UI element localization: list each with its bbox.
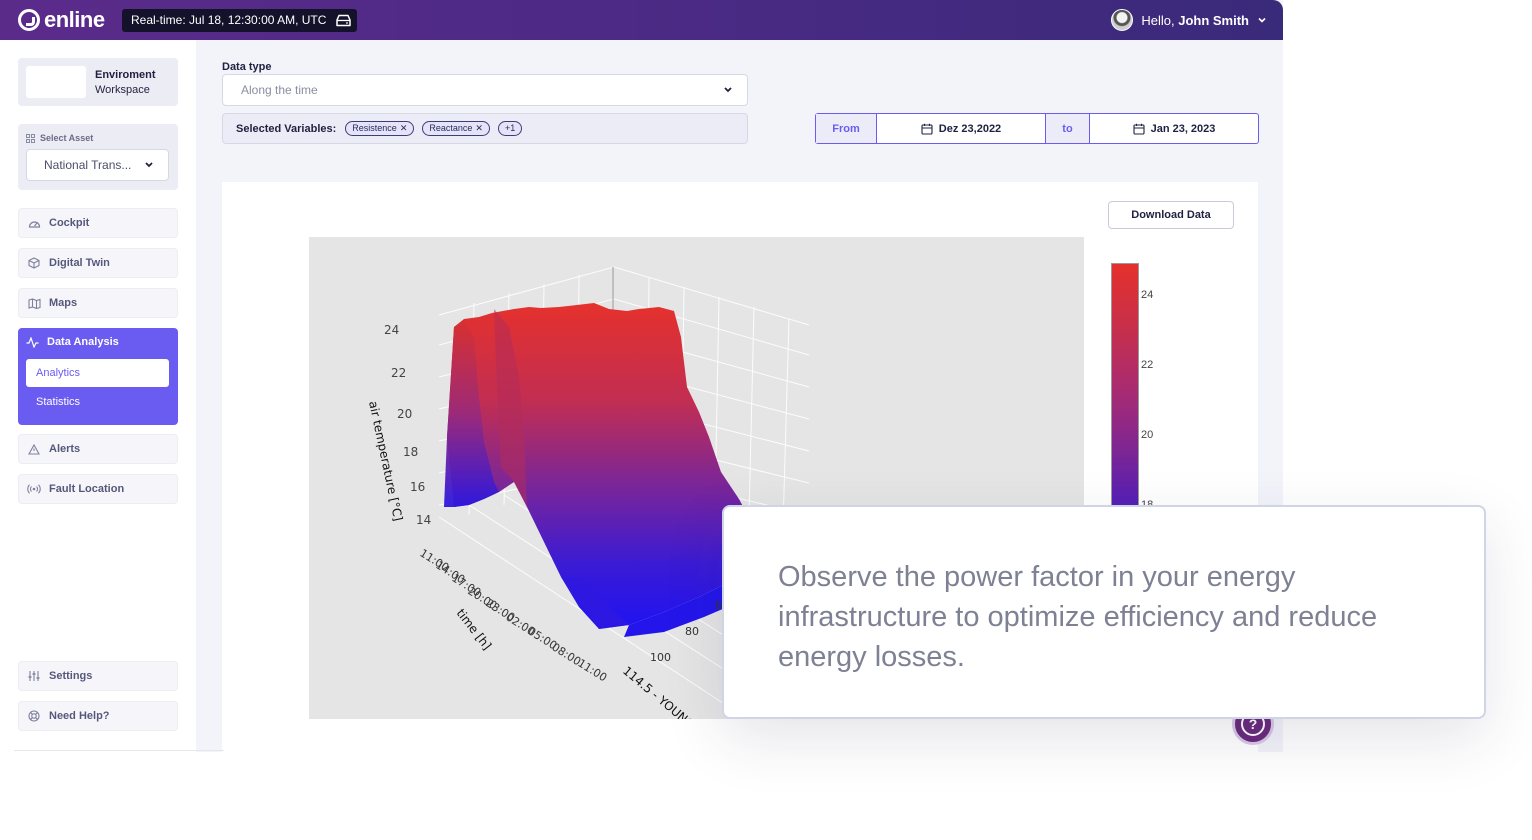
chevron-down-icon bbox=[723, 75, 733, 105]
realtime-clock: Real-time: Jul 18, 12:30:00 AM, UTC bbox=[122, 9, 336, 32]
sidebar-item-label: Digital Twin bbox=[49, 257, 110, 269]
download-data-button[interactable]: Download Data bbox=[1108, 201, 1234, 229]
asset-select-value: National Trans... bbox=[44, 158, 132, 172]
avatar bbox=[1111, 9, 1134, 31]
calendar-icon bbox=[921, 123, 933, 135]
variable-chip[interactable]: Reactance ✕ bbox=[422, 121, 490, 136]
sidebar-item-cockpit[interactable]: Cockpit bbox=[18, 208, 178, 238]
asset-select[interactable]: National Trans... bbox=[26, 149, 169, 181]
broadcast-icon bbox=[27, 482, 41, 496]
sidebar-item-label: Settings bbox=[49, 670, 93, 682]
sidebar-subitem-analytics[interactable]: Analytics bbox=[26, 359, 169, 387]
workspace-card[interactable]: Enviroment Workspace bbox=[18, 58, 178, 106]
to-date-input[interactable]: Jan 23, 2023 bbox=[1090, 114, 1258, 143]
z-tick-label: 14 bbox=[416, 513, 431, 527]
colorbar-tick-label: 24 bbox=[1141, 289, 1154, 301]
from-date-input[interactable]: Dez 23,2022 bbox=[877, 114, 1045, 143]
chip-label: Resistence bbox=[352, 123, 397, 133]
user-menu[interactable]: Hello, John Smith bbox=[1111, 9, 1267, 31]
to-date-value: Jan 23, 2023 bbox=[1150, 122, 1216, 135]
colorbar-tick-label: 22 bbox=[1141, 359, 1154, 371]
from-date-value: Dez 23,2022 bbox=[938, 122, 1002, 135]
info-popover: Observe the power factor in your energy … bbox=[722, 505, 1486, 719]
z-tick-label: 24 bbox=[384, 323, 399, 337]
sidebar-item-settings[interactable]: Settings bbox=[18, 661, 178, 691]
workspace-logo bbox=[26, 66, 86, 98]
workspace-subtitle: Workspace bbox=[95, 84, 150, 96]
data-type-value: Along the time bbox=[241, 83, 318, 97]
enline-logo[interactable]: enline bbox=[18, 7, 105, 32]
x-tick-label: 100 bbox=[650, 651, 671, 664]
z-tick-label: 16 bbox=[410, 480, 425, 494]
sliders-icon bbox=[27, 669, 41, 683]
activity-icon bbox=[26, 336, 39, 348]
y-tick-label: 11:00 bbox=[575, 657, 609, 685]
greeting: Hello, John Smith bbox=[1141, 12, 1249, 28]
sidebar-item-label: Fault Location bbox=[49, 483, 125, 495]
z-tick-label: 22 bbox=[391, 366, 406, 380]
chip-label: Reactance bbox=[429, 123, 473, 133]
chevron-down-icon bbox=[1258, 17, 1266, 23]
cube-icon bbox=[27, 256, 41, 270]
sidebar-item-fault-location[interactable]: Fault Location bbox=[18, 474, 178, 504]
top-bar: enline Real-time: Jul 18, 12:30:00 AM, U… bbox=[0, 0, 1283, 40]
x-tick-label: 6 bbox=[715, 599, 722, 612]
sidebar-item-need-help[interactable]: Need Help? bbox=[18, 701, 178, 731]
close-icon[interactable]: ✕ bbox=[400, 122, 408, 135]
date-range-picker: From Dez 23,2022 to Jan 23, 2023 bbox=[815, 113, 1259, 144]
sidebar-item-maps[interactable]: Maps bbox=[18, 288, 178, 318]
x-tick-label: 80 bbox=[685, 625, 699, 638]
grid-icon bbox=[26, 133, 35, 143]
data-type-label: Data type bbox=[222, 61, 272, 73]
selected-variables: Selected Variables: Resistence ✕ Reactan… bbox=[222, 113, 748, 144]
z-tick-label: 18 bbox=[403, 445, 418, 459]
hard-drive-icon bbox=[336, 14, 351, 27]
sidebar-item-alerts[interactable]: Alerts bbox=[18, 434, 178, 464]
logo-mark-icon bbox=[18, 9, 40, 31]
z-tick-label: 20 bbox=[397, 407, 412, 421]
close-icon[interactable]: ✕ bbox=[475, 122, 483, 135]
sidebar-item-label: Cockpit bbox=[49, 217, 90, 229]
sidebar-item-label: Alerts bbox=[49, 443, 81, 455]
data-type-select[interactable]: Along the time bbox=[222, 74, 748, 106]
map-icon bbox=[27, 296, 41, 310]
data-analysis-header[interactable]: Data Analysis bbox=[26, 336, 119, 348]
from-label: From bbox=[816, 114, 877, 143]
sidebar-item-label: Need Help? bbox=[49, 710, 110, 722]
selected-variables-label: Selected Variables: bbox=[236, 122, 337, 135]
sidebar-item-data-analysis[interactable]: Data Analysis Analytics Statistics bbox=[18, 328, 178, 425]
select-asset-panel: Select Asset National Trans... bbox=[18, 124, 178, 190]
divider bbox=[14, 750, 224, 751]
info-text: Observe the power factor in your energy … bbox=[778, 561, 1378, 673]
to-label: to bbox=[1045, 114, 1090, 143]
sidebar-item-label: Maps bbox=[49, 297, 78, 309]
logo-text: enline bbox=[44, 7, 105, 32]
calendar-icon bbox=[1133, 123, 1145, 135]
y-axis-label: time [h] bbox=[454, 606, 495, 652]
warning-icon bbox=[27, 442, 41, 456]
storage-button[interactable] bbox=[330, 9, 357, 32]
more-variables-chip[interactable]: +1 bbox=[497, 121, 523, 136]
x-axis-label: 114.5 - YOUNG bbox=[620, 664, 698, 719]
chevron-down-icon bbox=[144, 150, 154, 180]
lifebuoy-icon bbox=[27, 709, 41, 723]
sidebar: Enviroment Workspace Select Asset Nation… bbox=[0, 40, 196, 752]
colorbar-tick-label: 20 bbox=[1141, 429, 1154, 441]
sidebar-item-label: Data Analysis bbox=[47, 336, 119, 348]
user-name: John Smith bbox=[1178, 12, 1249, 28]
variable-chip[interactable]: Resistence ✕ bbox=[345, 121, 415, 136]
sidebar-subitem-statistics[interactable]: Statistics bbox=[36, 396, 80, 408]
gauge-icon bbox=[27, 216, 41, 230]
select-asset-label: Select Asset bbox=[26, 133, 93, 143]
sidebar-item-digital-twin[interactable]: Digital Twin bbox=[18, 248, 178, 278]
workspace-title: Enviroment bbox=[95, 69, 156, 81]
